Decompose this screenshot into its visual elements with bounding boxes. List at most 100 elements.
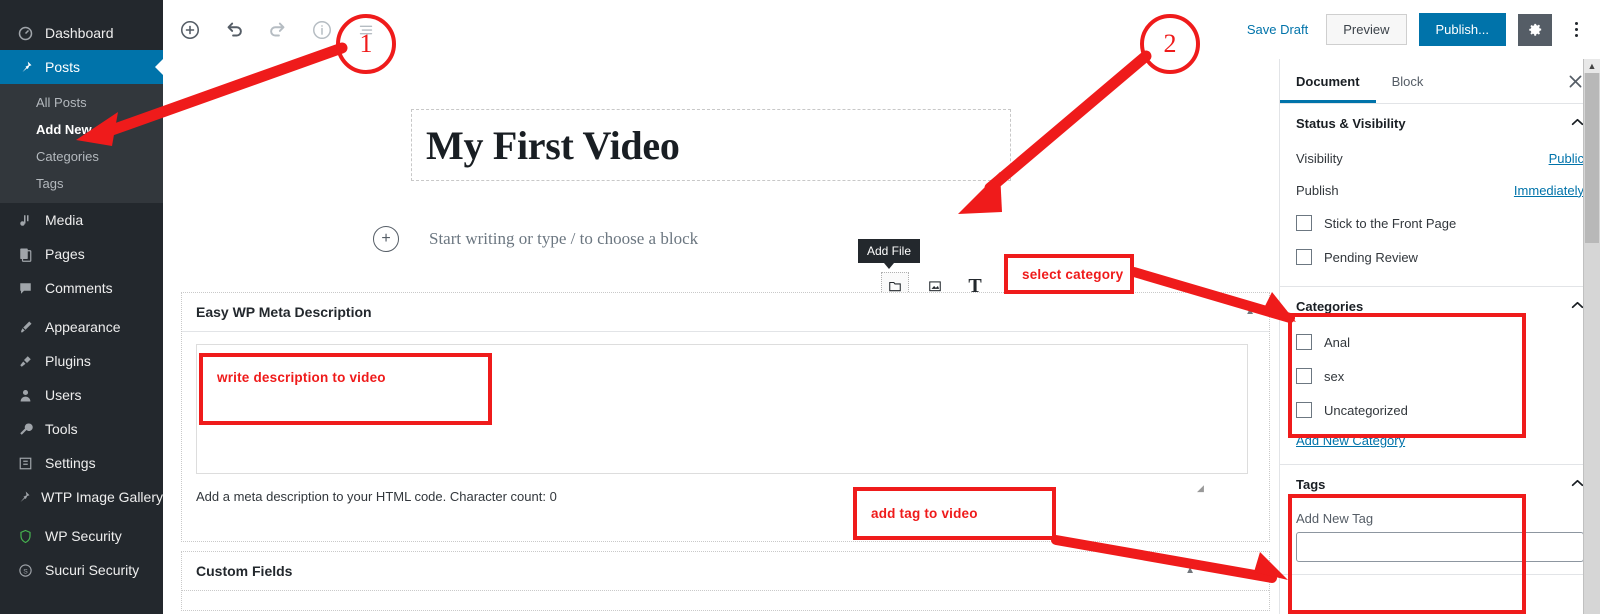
publish-button[interactable]: Publish... [1418,13,1506,46]
list-view-icon[interactable] [349,13,383,47]
media-icon [13,210,37,230]
category-row[interactable]: Uncategorized [1296,393,1584,427]
category-row[interactable]: Anal [1296,325,1584,359]
tab-block[interactable]: Block [1376,60,1440,103]
visibility-label: Visibility [1296,150,1343,166]
paragraph-placeholder[interactable]: Start writing or type / to choose a bloc… [429,229,698,249]
sidebar-item-label: WTP Image Gallery [41,489,163,505]
svg-text:S: S [23,568,28,575]
pin-icon [13,57,37,77]
kebab-menu-icon[interactable] [1564,13,1588,47]
info-icon[interactable] [305,13,339,47]
sidebar-item-wp-security[interactable]: WP Security [0,519,163,553]
editor-canvas: My First Video + Start writing or type /… [163,59,1280,614]
sidebar-item-users[interactable]: Users [0,378,163,412]
collapse-triangle-icon[interactable]: ▲ [1245,307,1255,317]
sucuri-icon: S [13,560,37,580]
panel-header[interactable]: Tags [1280,465,1600,503]
metabox-custom-fields: Custom Fields ▲ [181,551,1270,611]
sidebar-item-settings[interactable]: Settings [0,446,163,480]
pending-review-checkbox[interactable] [1296,249,1312,265]
submenu-item-all-posts[interactable]: All Posts [0,89,163,116]
submenu-item-tags[interactable]: Tags [0,170,163,197]
sidebar-item-pages[interactable]: Pages [0,237,163,271]
panel-body: Anal sex Uncategorized Add New Category [1280,325,1600,464]
preview-button[interactable]: Preview [1326,14,1407,45]
toolbar-left-group [163,13,383,47]
sidebar-item-sucuri-security[interactable]: S Sucuri Security [0,553,163,587]
panel-categories: Categories Anal sex Uncategorized Add Ne… [1280,287,1600,465]
tab-document[interactable]: Document [1280,60,1376,103]
metabox-header[interactable]: Custom Fields ▲ [182,552,1269,591]
undo-icon[interactable] [217,13,251,47]
wrench-icon [13,419,37,439]
sidebar-item-label: Posts [45,59,81,75]
panel-status-visibility: Status & Visibility Visibility Public Pu… [1280,104,1600,287]
submenu-item-add-new[interactable]: Add New [0,116,163,143]
block-inserter-icon[interactable]: + [373,226,399,252]
publish-value[interactable]: Immediately [1514,183,1584,198]
collapse-triangle-icon[interactable]: ▲ [1185,566,1195,576]
add-block-icon[interactable] [173,13,207,47]
sidebar-item-tools[interactable]: Tools [0,412,163,446]
add-new-tag-label: Add New Tag [1296,511,1374,526]
sidebar-item-label: Settings [45,455,96,471]
category-checkbox-anal[interactable] [1296,334,1312,350]
app-root: Dashboard Posts All Posts Add New Catego… [0,0,1600,614]
admin-sidebar: Dashboard Posts All Posts Add New Catego… [0,0,163,614]
panel-header[interactable]: Status & Visibility [1280,104,1600,142]
category-checkbox-uncategorized[interactable] [1296,402,1312,418]
toolbar-right-group: Save Draft Preview Publish... [1241,13,1600,47]
visibility-value[interactable]: Public [1549,151,1584,166]
meta-description-textarea[interactable] [196,344,1248,474]
sidebar-item-comments[interactable]: Comments [0,271,163,305]
sidebar-item-media[interactable]: Media [0,203,163,237]
row-visibility: Visibility Public [1296,142,1584,174]
sidebar-item-appearance[interactable]: Appearance [0,310,163,344]
category-label: Anal [1324,334,1351,350]
add-new-category-link[interactable]: Add New Category [1296,433,1405,448]
editor-toolbar: Save Draft Preview Publish... [163,0,1600,60]
block-editor: Save Draft Preview Publish... My First V… [163,0,1600,614]
sidebar-item-label: WP Security [45,528,122,544]
page-scrollbar[interactable]: ▲ [1583,59,1600,614]
checkbox-row-sticky[interactable]: Stick to the Front Page [1296,206,1584,240]
category-checkbox-sex[interactable] [1296,368,1312,384]
posts-submenu: All Posts Add New Categories Tags [0,84,163,203]
gallery-icon [13,487,33,507]
sidebar-item-label: Plugins [45,353,91,369]
row-publish: Publish Immediately [1296,174,1584,206]
scrollbar-thumb[interactable] [1585,73,1599,243]
redo-icon[interactable] [261,13,295,47]
sidebar-item-dashboard[interactable]: Dashboard [0,16,163,50]
panel-header[interactable]: Categories [1280,287,1600,325]
textarea-resize-grip[interactable]: ◢ [1197,483,1207,493]
add-new-tag-input[interactable] [1296,532,1584,562]
checkbox-row-pending[interactable]: Pending Review [1296,240,1584,274]
add-file-tooltip: Add File [858,239,921,269]
save-draft-button[interactable]: Save Draft [1241,18,1314,41]
sidebar-item-label: Users [45,387,82,403]
sidebar-item-label: Appearance [45,319,121,335]
sidebar-item-label: Dashboard [45,25,114,41]
brush-icon [13,317,37,337]
sidebar-item-label: Pages [45,246,85,262]
scroll-up-arrow-icon[interactable]: ▲ [1584,59,1600,73]
sidebar-item-label: Media [45,212,84,228]
sidebar-tabs: Document Block [1280,59,1600,104]
plug-icon [13,351,37,371]
sidebar-item-wtp-image-gallery[interactable]: WTP Image Gallery [0,480,163,514]
metabox-body: Add a meta description to your HTML code… [182,332,1269,514]
metabox-header[interactable]: Easy WP Meta Description ▲ [182,293,1269,332]
comments-icon [13,278,37,298]
meta-description-help: Add a meta description to your HTML code… [196,489,557,504]
sidebar-item-label: Sucuri Security [45,562,140,578]
submenu-item-categories[interactable]: Categories [0,143,163,170]
sticky-checkbox[interactable] [1296,215,1312,231]
category-row[interactable]: sex [1296,359,1584,393]
post-title-field[interactable]: My First Video [411,109,1011,181]
sidebar-item-plugins[interactable]: Plugins [0,344,163,378]
sidebar-item-posts[interactable]: Posts [0,50,163,84]
gear-icon[interactable] [1518,13,1552,46]
panel-body: Add New Tag [1280,511,1600,574]
